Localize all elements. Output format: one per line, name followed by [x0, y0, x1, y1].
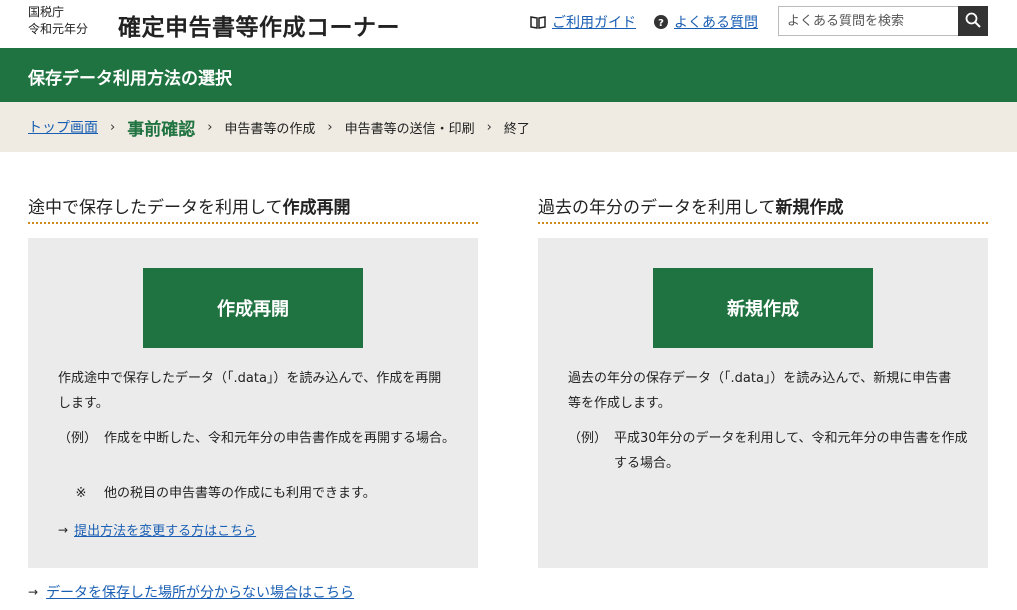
page-title: 保存データ利用方法の選択 [28, 69, 232, 89]
search-icon [965, 12, 981, 31]
page-title-bar: 保存データ利用方法の選択 [0, 48, 1017, 102]
new-heading: 過去の年分のデータを利用して新規作成 [538, 190, 988, 224]
arrow-right-icon: → [28, 585, 39, 599]
data-location-help-link[interactable]: → データを保存した場所が分からない場合はこちら [28, 582, 354, 602]
data-location-help-label: データを保存した場所が分からない場合はこちら [46, 585, 355, 601]
breadcrumb-top-link[interactable]: トップ画面 [28, 117, 98, 137]
site-header: 国税庁 令和元年分 確定申告書等作成コーナー ご利用ガイド ? よくある質問 [0, 0, 1017, 48]
new-section: 過去の年分のデータを利用して新規作成 新規作成 過去の年分の保存データ（「.da… [538, 190, 988, 568]
resume-heading-text: 途中で保存したデータを利用して [28, 198, 283, 218]
guide-link[interactable]: ご利用ガイド [530, 12, 636, 32]
guide-link-label: ご利用ガイド [552, 15, 636, 31]
faq-link-label: よくある質問 [674, 15, 758, 31]
breadcrumb: トップ画面 › 事前確認 › 申告書等の作成 › 申告書等の送信・印刷 › 終了 [0, 102, 1017, 152]
agency-label: 国税庁 令和元年分 [28, 4, 88, 38]
resume-example: （例） 作成を中断した、令和元年分の申告書作成を再開する場合。 [58, 426, 458, 451]
resume-section: 途中で保存したデータを利用して作成再開 作成再開 作成途中で保存したデータ（「.… [28, 190, 478, 568]
new-heading-text: 過去の年分のデータを利用して [538, 198, 776, 218]
resume-description: 作成途中で保存したデータ（「.data」）を読み込んで、作成を再開します。 [58, 371, 442, 411]
resume-heading: 途中で保存したデータを利用して作成再開 [28, 190, 478, 224]
chevron-right-icon: › [327, 119, 333, 135]
resume-button[interactable]: 作成再開 [143, 268, 363, 348]
breadcrumb-step-send-print: 申告書等の送信・印刷 [344, 121, 475, 137]
example-label: （例） [568, 431, 608, 446]
resume-panel: 作成再開 作成途中で保存したデータ（「.data」）を読み込んで、作成を再開しま… [28, 238, 478, 568]
faq-search-input[interactable] [778, 6, 959, 36]
book-icon [530, 15, 546, 29]
arrow-right-icon: → [58, 522, 69, 537]
example-label: （例） [58, 431, 98, 446]
svg-text:?: ? [658, 18, 664, 29]
fiscal-year: 令和元年分 [28, 22, 89, 36]
breadcrumb-step-create: 申告書等の作成 [224, 121, 316, 137]
new-heading-bold: 新規作成 [775, 198, 844, 218]
example-text: 作成を中断した、令和元年分の申告書作成を再開する場合。 [104, 431, 456, 446]
change-submission-method-link[interactable]: → 提出方法を変更する方はこちら [58, 520, 257, 540]
note-text: 他の税目の申告書等の作成にも利用できます。 [104, 486, 376, 501]
resume-note: ※ 他の税目の申告書等の作成にも利用できます。 [58, 481, 458, 506]
resume-heading-bold: 作成再開 [282, 198, 351, 218]
new-create-button[interactable]: 新規作成 [653, 268, 873, 348]
question-icon: ? [654, 15, 668, 29]
new-panel: 新規作成 過去の年分の保存データ（「.data」）を読み込んで、新規に申告書等を… [538, 238, 988, 568]
chevron-right-icon: › [110, 119, 116, 135]
chevron-right-icon: › [486, 119, 492, 135]
breadcrumb-current: 事前確認 [127, 119, 196, 140]
agency-name: 国税庁 [28, 5, 65, 19]
chevron-right-icon: › [207, 119, 213, 135]
example-text: 平成30年分のデータを利用して、令和元年分の申告書を作成する場合。 [614, 431, 968, 471]
search-button[interactable] [958, 6, 988, 36]
site-title: 確定申告書等作成コーナー [118, 15, 400, 41]
new-example: （例） 平成30年分のデータを利用して、令和元年分の申告書を作成する場合。 [568, 426, 968, 476]
note-mark: ※ [75, 486, 87, 501]
new-description: 過去の年分の保存データ（「.data」）を読み込んで、新規に申告書等を作成します… [568, 371, 952, 411]
breadcrumb-step-end: 終了 [503, 121, 530, 137]
faq-link[interactable]: ? よくある質問 [654, 12, 758, 32]
change-submission-method-label: 提出方法を変更する方はこちら [74, 524, 257, 539]
